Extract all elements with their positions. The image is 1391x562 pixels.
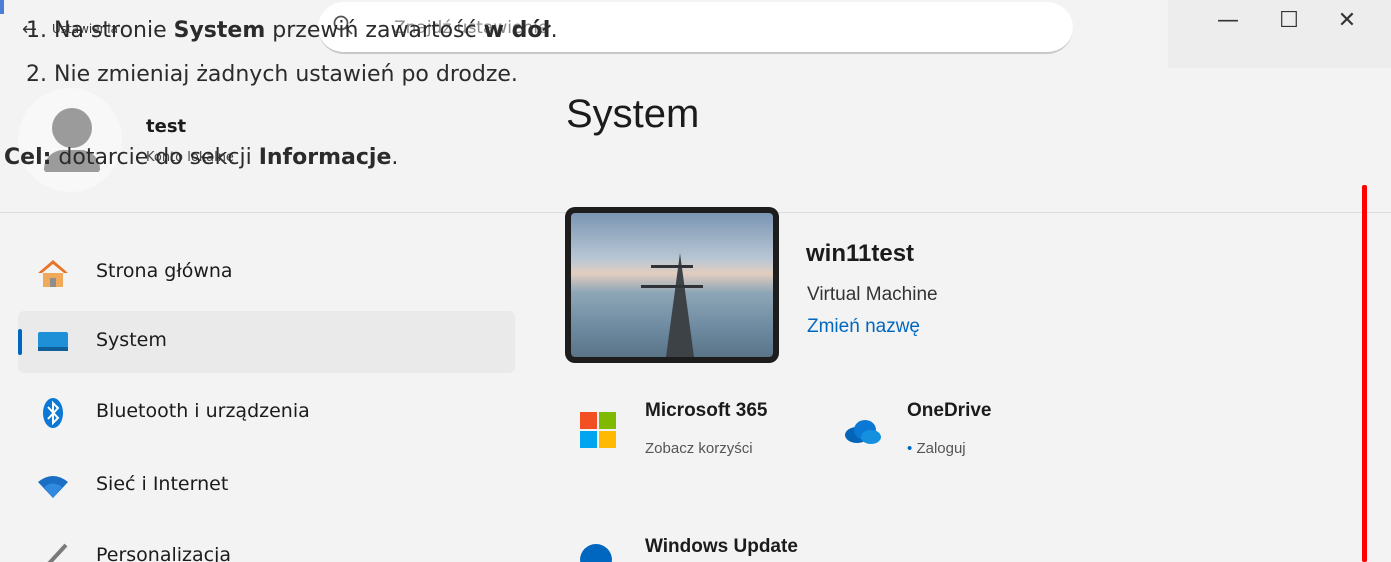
maximize-button[interactable]: ☐ [1276, 8, 1302, 34]
microsoft-365-icon [580, 412, 616, 448]
step-bold-page: System [173, 18, 266, 43]
app-accent-strip [0, 0, 4, 14]
windows-update-title[interactable]: Windows Update [645, 536, 798, 558]
sidebar-item-label: System [96, 329, 167, 351]
instruction-goal: Cel: dotarcie do sekcji Informacje. [4, 145, 398, 170]
goal-text: dotarcie do sekcji [51, 145, 259, 170]
home-icon [38, 260, 68, 287]
device-model: Virtual Machine [807, 284, 938, 305]
pier-crossbar [651, 265, 693, 268]
rename-link[interactable]: Zmień nazwę [807, 316, 920, 338]
wifi-icon [38, 476, 68, 498]
monitor-icon [38, 332, 68, 351]
instruction-step-1: 1. Na stronie System przewiń zawartość w… [26, 18, 558, 43]
minimize-button[interactable]: — [1215, 8, 1241, 34]
sidebar-item-label: Strona główna [96, 260, 233, 282]
goal-text: . [391, 145, 399, 170]
ms365-title[interactable]: Microsoft 365 [645, 400, 767, 422]
pier-shape [666, 253, 694, 357]
device-name: win11test [806, 240, 915, 267]
page-title: System [566, 92, 700, 136]
onedrive-signin-label: Zaloguj [916, 440, 966, 457]
onedrive-title[interactable]: OneDrive [907, 400, 991, 422]
goal-label: Cel: [4, 145, 52, 170]
step-number: 2. [26, 62, 47, 87]
onedrive-subtitle[interactable]: • Zaloguj [907, 440, 966, 457]
windows-update-icon [580, 544, 612, 562]
sidebar-item-label: Sieć i Internet [96, 473, 229, 495]
sidebar-item-personalization[interactable]: Personalizacja [18, 526, 515, 562]
sidebar-item-home[interactable]: Strona główna [18, 242, 515, 304]
brush-icon [47, 543, 68, 562]
wallpaper-image [571, 213, 773, 357]
step-bold-direction: w dół [483, 18, 551, 43]
desktop-wallpaper-thumbnail[interactable] [565, 207, 779, 363]
close-button[interactable]: ✕ [1334, 8, 1360, 34]
step-number: 1. [26, 18, 47, 43]
sidebar-item-bluetooth[interactable]: Bluetooth i urządzenia [18, 382, 515, 444]
active-indicator [18, 329, 22, 355]
step-text: przewiń zawartość [265, 18, 484, 43]
bluetooth-icon [43, 398, 63, 428]
sidebar-item-label: Personalizacja [96, 544, 232, 562]
pier-crossbar [641, 285, 703, 288]
status-dot: • [907, 440, 913, 457]
scroll-marker [1362, 185, 1367, 562]
step-text: . [550, 18, 558, 43]
sidebar-item-label: Bluetooth i urządzenia [96, 400, 310, 422]
step-text: Nie zmieniaj żadnych ustawień po drodze. [54, 62, 518, 87]
instruction-step-2: 2. Nie zmieniaj żadnych ustawień po drod… [26, 62, 518, 87]
avatar[interactable] [52, 108, 92, 148]
ms365-subtitle: Zobacz korzyści [645, 440, 753, 457]
sidebar-item-system[interactable]: System [18, 311, 515, 373]
sidebar-item-network[interactable]: Sieć i Internet [18, 455, 515, 517]
goal-target: Informacje [258, 145, 392, 170]
step-text: Na stronie [54, 18, 174, 43]
user-name: test [146, 116, 187, 137]
onedrive-cloud-icon [845, 420, 881, 444]
